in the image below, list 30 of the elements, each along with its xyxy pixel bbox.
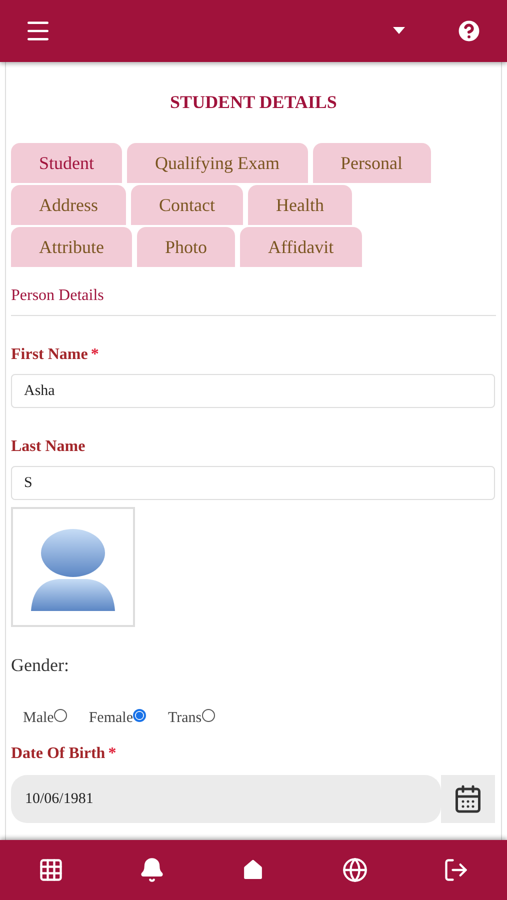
grid-icon[interactable] [38,857,64,883]
logout-icon[interactable] [443,857,470,883]
page-title: STUDENT DETAILS [169,92,338,113]
field-label: First Name [11,346,88,363]
date-field[interactable]: 10/06/1981 [11,775,441,823]
tab[interactable]: Contact [131,185,243,225]
text-field[interactable]: S [11,466,495,500]
tab[interactable]: Qualifying Exam [127,143,308,183]
notification-icon[interactable] [139,857,166,883]
tab[interactable]: Address [11,185,126,225]
globe-icon[interactable] [342,857,368,883]
tab[interactable]: Attribute [11,227,132,267]
field-label: Last Name [11,438,86,455]
tab[interactable]: Student [11,143,122,183]
caret-icon[interactable] [393,27,405,35]
tab[interactable]: Health [248,185,352,225]
calendar-button[interactable] [441,775,495,823]
radio-option[interactable]: Male [23,710,67,727]
tab[interactable]: Photo [137,227,236,267]
radio-option[interactable]: Trans [168,710,215,727]
required-mark: * [108,745,116,762]
required-mark: * [90,346,99,363]
field-label: Date Of Birth [11,745,106,762]
gender-label: Gender: [11,655,70,676]
radio-option[interactable]: Female [88,710,146,727]
section-title: Person Details [11,287,496,316]
tab[interactable]: Affidavit [240,227,362,267]
text-field[interactable]: Asha [11,374,495,408]
tab[interactable]: Personal [312,143,430,183]
calendar-icon [453,784,483,814]
